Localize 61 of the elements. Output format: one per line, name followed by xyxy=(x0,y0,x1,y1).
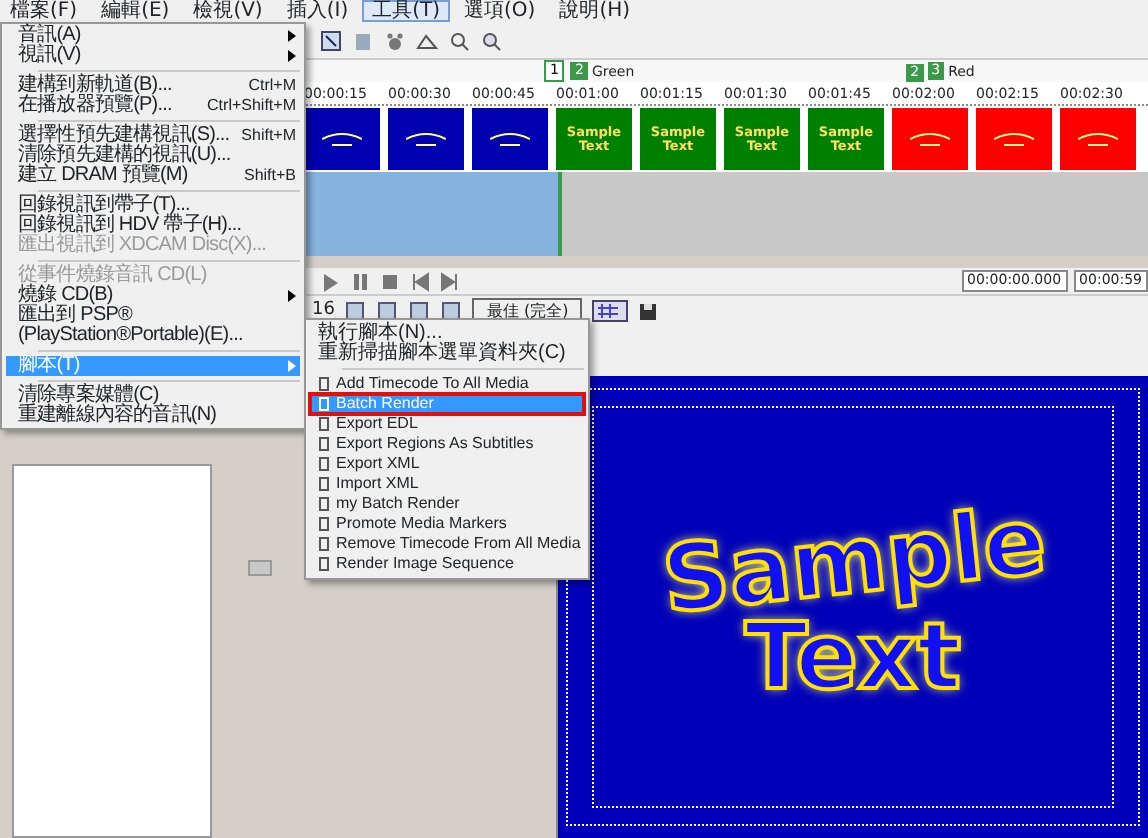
shortcut-text: Ctrl+Shift+M xyxy=(207,96,296,116)
menu-item: 從事件燒錄音訊 CD(L) xyxy=(18,266,207,286)
menu-item[interactable]: 在播放器預覽(P)... xyxy=(18,96,172,116)
splitter-handle[interactable] xyxy=(248,560,272,576)
video-clip[interactable] xyxy=(472,108,548,170)
menu-bar-item[interactable]: 檢視(V) xyxy=(183,0,273,22)
menu-item[interactable]: Export XML xyxy=(336,454,420,474)
title-thumbnail-drawing xyxy=(994,132,1034,146)
menu-item[interactable]: 建構到新軌道(B)... xyxy=(18,76,172,96)
zoom-icon[interactable] xyxy=(448,29,470,51)
shortcut-text: Shift+B xyxy=(243,166,296,186)
menu-item[interactable]: 回錄視訊到 HDV 帶子(H)... xyxy=(18,216,242,236)
menu-bar-item[interactable]: 選項(O) xyxy=(454,0,546,22)
title-thumbnail-drawing xyxy=(322,132,362,146)
menu-item[interactable]: Export Regions As Subtitles xyxy=(336,434,534,454)
video-clip[interactable] xyxy=(892,108,968,170)
title-thumbnail-drawing xyxy=(1078,132,1118,146)
pause-icon[interactable] xyxy=(350,271,370,291)
shortcut-text: Shift+M xyxy=(241,126,296,146)
menu-item: 匯出視訊到 XDCAM Disc(X)... xyxy=(18,236,266,256)
menu-item[interactable]: 重新掃描腳本選單資料夾(C) xyxy=(318,344,566,364)
menu-bar-item[interactable]: 編輯(E) xyxy=(91,0,180,22)
menu-item[interactable]: 視訊(V) xyxy=(18,46,81,66)
previous-frame-icon[interactable] xyxy=(410,271,430,291)
title-thumbnail-drawing xyxy=(910,132,950,146)
menu-item[interactable]: Export EDL xyxy=(336,414,418,434)
video-clip[interactable] xyxy=(1060,108,1136,170)
menu-item[interactable]: 匯出到 PSP® (PlayStation®Portable)(E)... xyxy=(18,306,296,346)
select-tool-icon[interactable] xyxy=(320,29,342,51)
menu-bar-item[interactable]: 工具(T) xyxy=(362,0,451,22)
title-thumbnail-drawing xyxy=(406,132,446,146)
menu-item[interactable]: 回錄視訊到帶子(T)... xyxy=(18,196,190,216)
menu-item[interactable]: my Batch Render xyxy=(336,494,460,514)
title-thumbnail-drawing xyxy=(490,132,530,146)
menu-item[interactable]: Import XML xyxy=(336,474,419,494)
menu-item[interactable]: 選擇性預先建構視訊(S)... xyxy=(18,126,230,146)
video-clip[interactable] xyxy=(304,108,380,170)
menu-item[interactable]: 清除預先建構的視訊(U)... xyxy=(18,146,231,166)
shortcut-text: Ctrl+M xyxy=(248,76,296,96)
menu-item[interactable]: Add Timecode To All Media xyxy=(336,374,529,394)
frame-number: 16 xyxy=(312,297,335,321)
paw-icon[interactable] xyxy=(384,29,406,51)
menu-item[interactable]: 音訊(A) xyxy=(18,26,81,46)
menu-item[interactable]: 重建離線內容的音訊(N) xyxy=(18,406,217,426)
save-icon[interactable] xyxy=(638,301,659,321)
menu-item[interactable]: Remove Timecode From All Media xyxy=(336,534,581,554)
menu-bar-item[interactable]: 插入(I) xyxy=(276,0,359,22)
menu-item[interactable]: 清除專案媒體(C) xyxy=(18,386,159,406)
stop-icon[interactable] xyxy=(380,271,400,291)
menu-item[interactable]: 建立 DRAM 預覽(M) xyxy=(18,166,188,186)
menu-item[interactable]: 執行腳本(N)... xyxy=(318,324,443,344)
video-clip[interactable] xyxy=(976,108,1052,170)
menu-item[interactable]: Promote Media Markers xyxy=(336,514,507,534)
magnifier-icon[interactable] xyxy=(480,29,502,51)
grid-icon[interactable] xyxy=(592,300,629,322)
video-clip[interactable] xyxy=(388,108,464,170)
menu-item[interactable]: 燒錄 CD(B) xyxy=(18,286,113,306)
preview-title-text: Text xyxy=(744,607,962,703)
next-frame-icon[interactable] xyxy=(440,271,460,291)
menu-bar-item[interactable]: 說明(H) xyxy=(549,0,641,22)
menu-item[interactable]: Render Image Sequence xyxy=(336,554,514,574)
